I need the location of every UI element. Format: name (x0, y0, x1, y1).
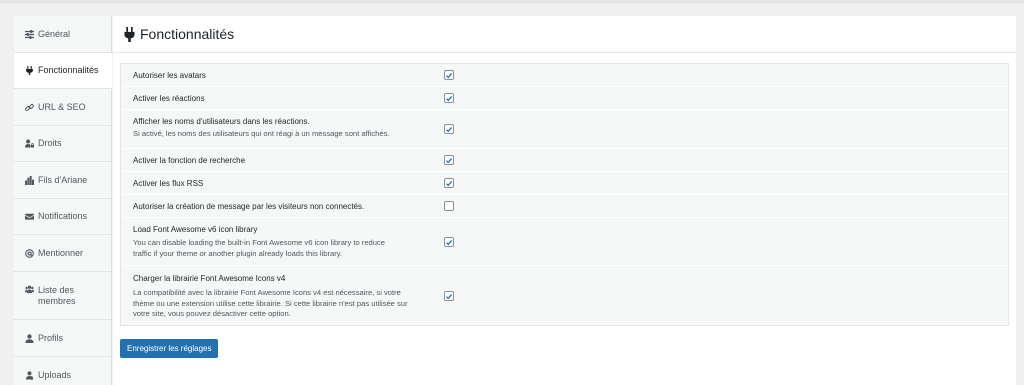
setting-row-avatars: Autoriser les avatars (121, 64, 1008, 87)
fa4-checkbox[interactable] (444, 291, 454, 301)
sidebar-item-members-list[interactable]: Liste des membres (14, 272, 111, 320)
setting-description: La compatibilité avec la librairie Font … (133, 288, 408, 318)
user-lock-icon (24, 138, 35, 149)
sidebar-item-label: Général (38, 28, 71, 39)
sidebar-item-general[interactable]: Général (14, 16, 111, 53)
avatars-checkbox[interactable] (444, 70, 454, 80)
settings-panel: Fonctionnalités Autoriser les avatars Ac… (113, 16, 1016, 385)
setting-description: You can disable loading the built-in Fon… (133, 238, 386, 258)
setting-label: Autoriser les avatars (133, 71, 206, 80)
settings-table: Autoriser les avatars Activer les réacti… (120, 63, 1009, 326)
setting-row-search: Activer la fonction de recherche (121, 149, 1008, 172)
page-header: Fonctionnalités (113, 16, 1016, 53)
rss-checkbox[interactable] (444, 178, 454, 188)
reaction-usernames-checkbox[interactable] (444, 124, 454, 134)
sidebar-item-label: Notifications (38, 211, 88, 221)
plug-icon (24, 65, 35, 76)
setting-description: Si activé, les noms des utilisateurs qui… (133, 129, 390, 138)
sliders-icon (24, 29, 35, 40)
upload-icon (24, 370, 35, 381)
guest-posting-checkbox[interactable] (444, 201, 454, 211)
sidebar-item-breadcrumbs[interactable]: Fils d'Ariane (14, 162, 111, 199)
sidebar-item-rights[interactable]: Droits (14, 126, 111, 162)
fa6-checkbox[interactable] (444, 237, 454, 247)
setting-label: Afficher les noms d'utilisateurs dans le… (133, 117, 310, 126)
setting-row-guest-posting: Autoriser la création de message par les… (121, 195, 1008, 218)
user-icon (24, 333, 35, 344)
setting-label: Autoriser la création de message par les… (133, 202, 365, 211)
reactions-checkbox[interactable] (444, 93, 454, 103)
sidebar-item-label: Fonctionnalités (38, 65, 99, 75)
setting-label: Activer les flux RSS (133, 179, 204, 188)
page-title: Fonctionnalités (140, 26, 235, 42)
sidebar-item-label: Liste des membres (38, 284, 76, 306)
users-icon (24, 284, 35, 295)
sidebar-item-profiles[interactable]: Profils (14, 320, 111, 357)
envelope-icon (24, 211, 35, 222)
setting-label: Activer les réactions (133, 94, 205, 103)
at-icon (24, 248, 35, 259)
sidebar-item-mentions[interactable]: Mentionner (14, 235, 111, 272)
search-checkbox[interactable] (444, 155, 454, 165)
sidebar-item-url-seo[interactable]: URL & SEO (14, 89, 111, 126)
sidebar-item-label: Uploads (38, 369, 72, 380)
setting-row-fa4: Charger la librairie Font Awesome Icons … (121, 266, 1008, 325)
sidebar-item-label: Mentionner (38, 247, 84, 258)
setting-row-fa6: Load Font Awesome v6 icon library You ca… (121, 218, 1008, 266)
sidebar-item-label: Profils (38, 332, 64, 343)
sidebar-item-label: Droits (38, 138, 62, 148)
settings-sidebar: Général Fonctionnalités URL & SEO Droits… (14, 16, 112, 385)
setting-label: Load Font Awesome v6 icon library (133, 225, 258, 234)
chart-icon (24, 175, 35, 186)
top-divider (0, 0, 1024, 3)
sidebar-item-notifications[interactable]: Notifications (14, 199, 111, 235)
sidebar-item-features[interactable]: Fonctionnalités (14, 53, 112, 89)
save-settings-button[interactable]: Enregistrer les réglages (120, 339, 219, 358)
setting-row-rss: Activer les flux RSS (121, 172, 1008, 195)
setting-label: Activer la fonction de recherche (133, 156, 246, 165)
sidebar-item-label: URL & SEO (38, 101, 86, 112)
sidebar-item-label: Fils d'Ariane (38, 174, 88, 185)
link-icon (24, 102, 35, 113)
sidebar-item-uploads[interactable]: Uploads (14, 357, 111, 385)
setting-row-reaction-usernames: Afficher les noms d'utilisateurs dans le… (121, 110, 1008, 149)
setting-label: Charger la librairie Font Awesome Icons … (133, 274, 286, 283)
plug-icon (124, 26, 135, 42)
setting-row-reactions: Activer les réactions (121, 87, 1008, 110)
